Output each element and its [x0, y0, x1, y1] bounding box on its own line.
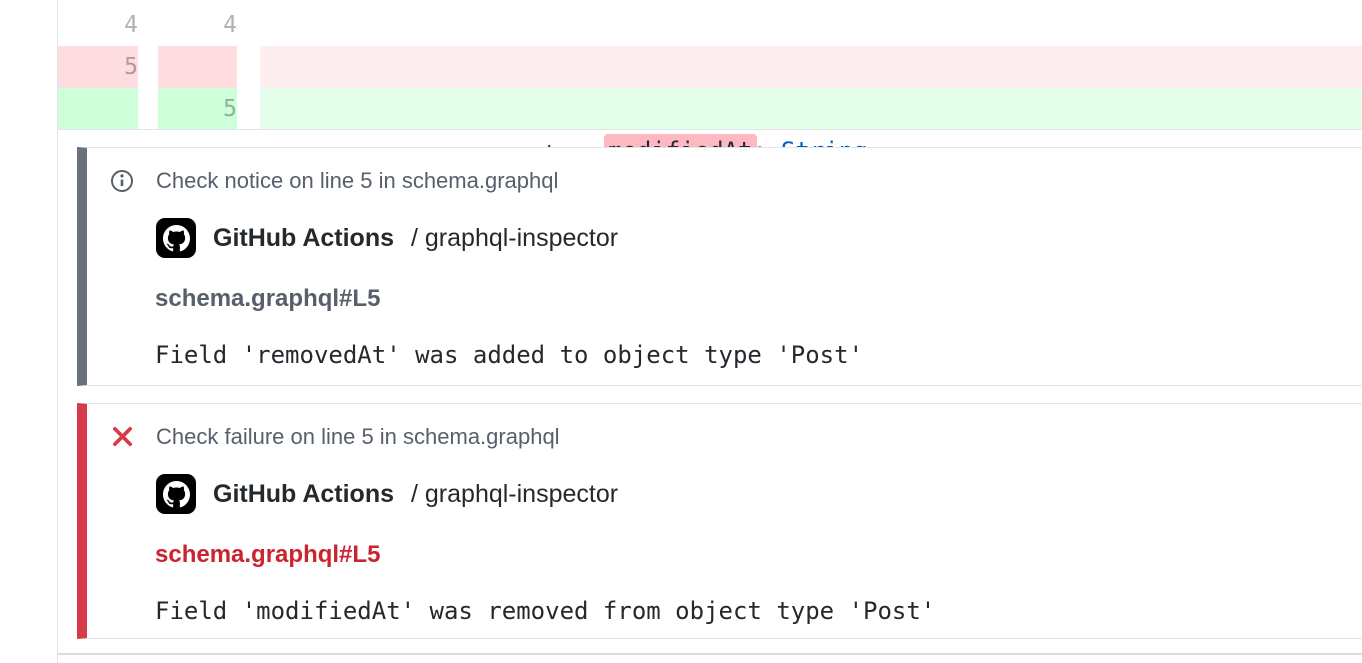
new-line-number[interactable]	[158, 46, 237, 88]
info-icon	[110, 169, 134, 193]
annotation-file-link[interactable]: schema.graphql#L5	[155, 541, 1362, 569]
check-run-name: / graphql-inspector	[411, 480, 618, 509]
annotation-title: Check failure on line 5 in schema.graphq…	[156, 424, 560, 450]
diff-row-divider	[58, 129, 1362, 130]
old-line-number[interactable]: 4	[58, 4, 138, 46]
code-cell: + removedAt:String	[260, 88, 1362, 130]
diff-line-addition: 5 + removedAt:String	[0, 88, 1362, 130]
diff-line-context: 4 4 createdAt:String	[0, 4, 1362, 46]
file-ref-link[interactable]: schema.graphql#L5	[155, 541, 380, 568]
x-icon	[110, 425, 134, 449]
annotation-title: Check notice on line 5 in schema.graphql	[156, 168, 558, 194]
file-ref-link[interactable]: schema.graphql#L5	[155, 285, 380, 312]
new-line-number[interactable]: 4	[158, 4, 237, 46]
old-line-number[interactable]	[58, 88, 138, 130]
annotation-message: Field 'modifiedAt' was removed from obje…	[155, 597, 1362, 625]
annotation-file-link[interactable]: schema.graphql#L5	[155, 285, 1362, 313]
annotation-header: Check failure on line 5 in schema.graphq…	[87, 424, 1362, 449]
diff-line-deletion: 5 - modifiedAt:String	[0, 46, 1362, 88]
check-app-row: GitHub Actions / graphql-inspector	[156, 474, 1362, 514]
check-app-name: GitHub Actions	[213, 480, 394, 509]
github-logo-icon	[156, 474, 196, 514]
check-app-row: GitHub Actions / graphql-inspector	[156, 218, 1362, 258]
check-run-name: / graphql-inspector	[411, 224, 618, 253]
next-row-divider	[58, 653, 1362, 655]
new-line-number[interactable]: 5	[158, 88, 237, 130]
code-cell: - modifiedAt:String	[260, 46, 1362, 88]
check-failure-annotation: Check failure on line 5 in schema.graphq…	[77, 403, 1362, 639]
old-line-number[interactable]: 5	[58, 46, 138, 88]
check-notice-annotation: Check notice on line 5 in schema.graphql…	[77, 147, 1362, 386]
check-app-name: GitHub Actions	[213, 224, 394, 253]
annotation-message: Field 'removedAt' was added to object ty…	[155, 341, 1362, 369]
diff-annotations-view: 4 4 createdAt:String 5 - modifiedAt:Stri…	[0, 0, 1362, 663]
code-cell: createdAt:String	[260, 4, 1362, 46]
annotation-header: Check notice on line 5 in schema.graphql	[87, 168, 1362, 193]
github-logo-icon	[156, 218, 196, 258]
